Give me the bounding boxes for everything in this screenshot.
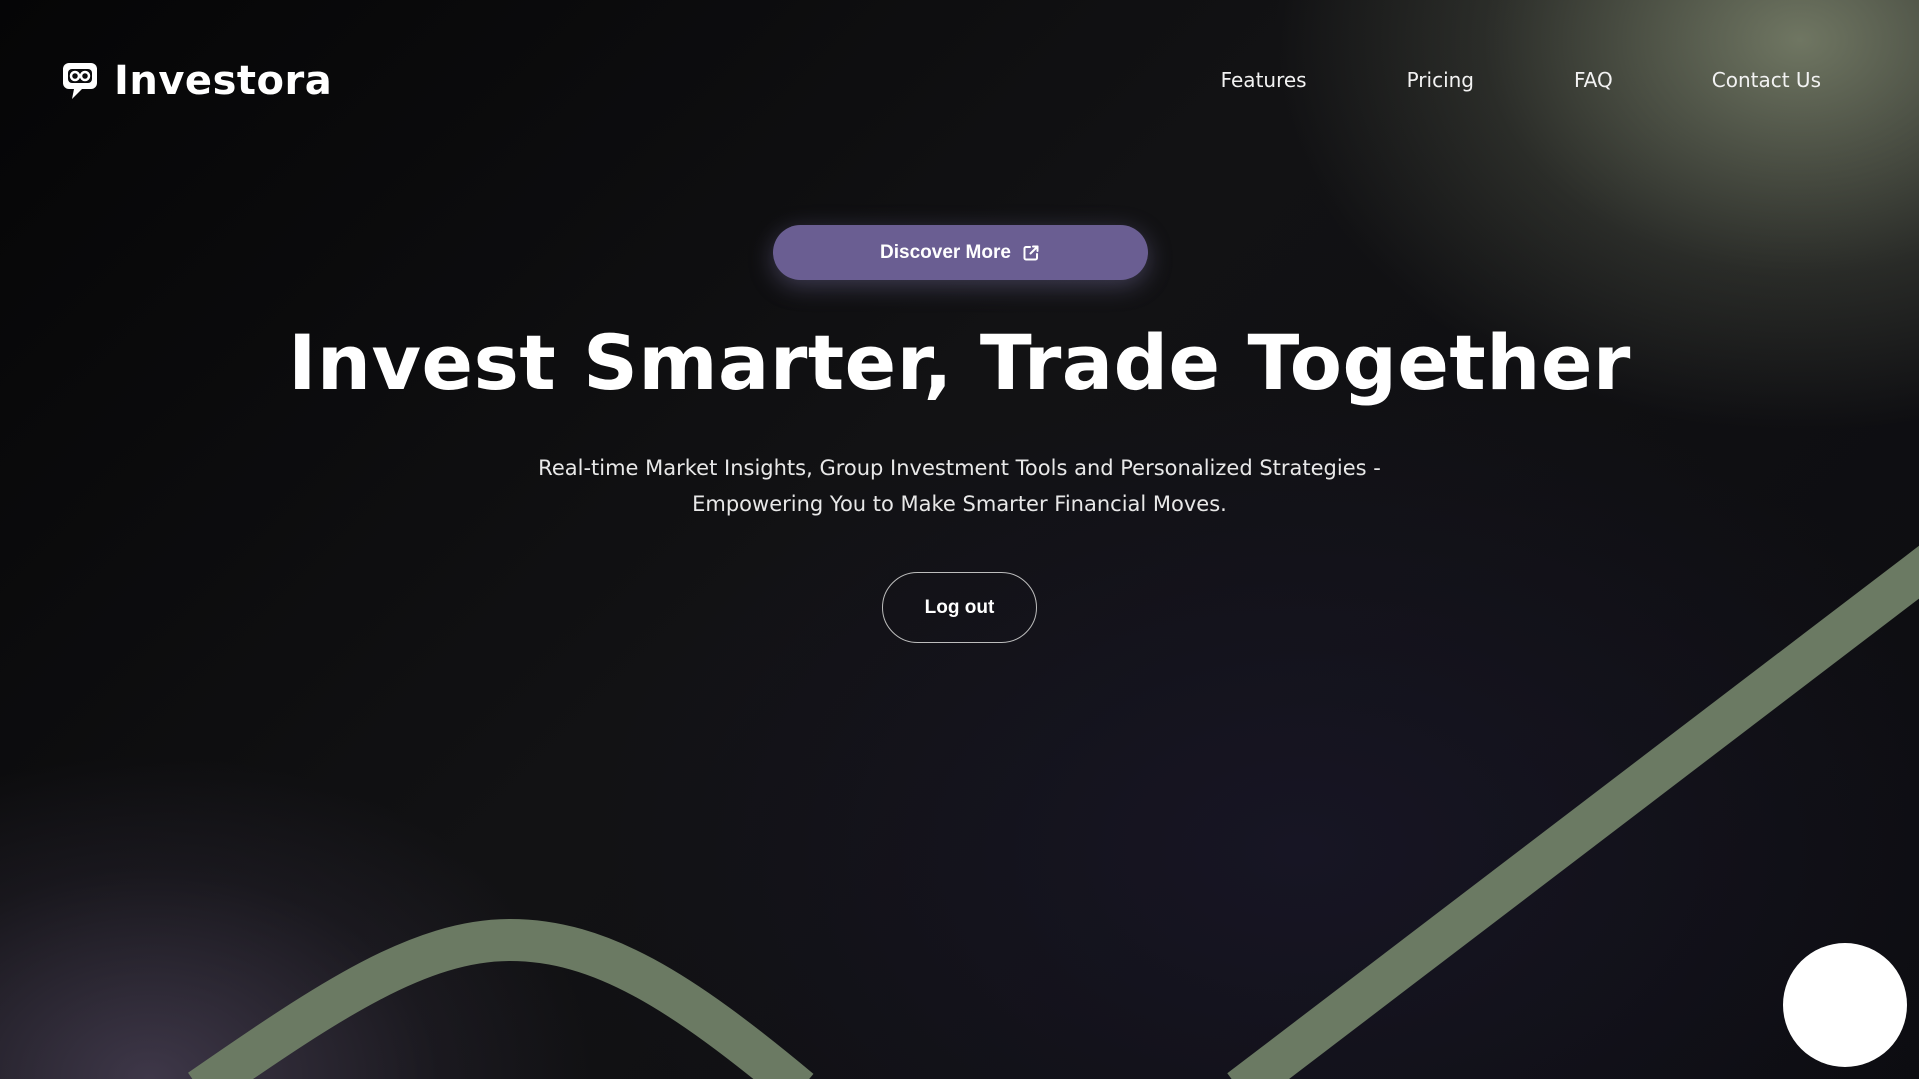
logout-button[interactable]: Log out: [882, 572, 1037, 643]
main-nav: Features Pricing FAQ Contact Us: [1221, 68, 1821, 92]
chat-link-logo-icon: [63, 63, 97, 99]
brand-logo[interactable]: Investora: [60, 58, 332, 104]
chat-widget-button[interactable]: [1783, 943, 1907, 1067]
hero-subtitle: Real-time Market Insights, Group Investm…: [460, 450, 1459, 522]
decorative-curves: [188, 545, 1919, 1079]
discover-more-label: Discover More: [880, 241, 1011, 263]
hero-subtitle-line-1: Real-time Market Insights, Group Investm…: [538, 456, 1381, 480]
nav-link-faq[interactable]: FAQ: [1574, 68, 1613, 92]
nav-link-pricing[interactable]: Pricing: [1407, 68, 1474, 92]
hero-title: Invest Smarter, Trade Together: [288, 318, 1631, 407]
nav-link-contact-us[interactable]: Contact Us: [1712, 68, 1821, 92]
brand-name: Investora: [114, 58, 333, 104]
external-link-icon: [1023, 245, 1039, 260]
hero-subtitle-line-2: Empowering You to Make Smarter Financial…: [692, 492, 1227, 516]
discover-more-button[interactable]: Discover More: [773, 225, 1148, 280]
nav-link-features[interactable]: Features: [1221, 68, 1307, 92]
